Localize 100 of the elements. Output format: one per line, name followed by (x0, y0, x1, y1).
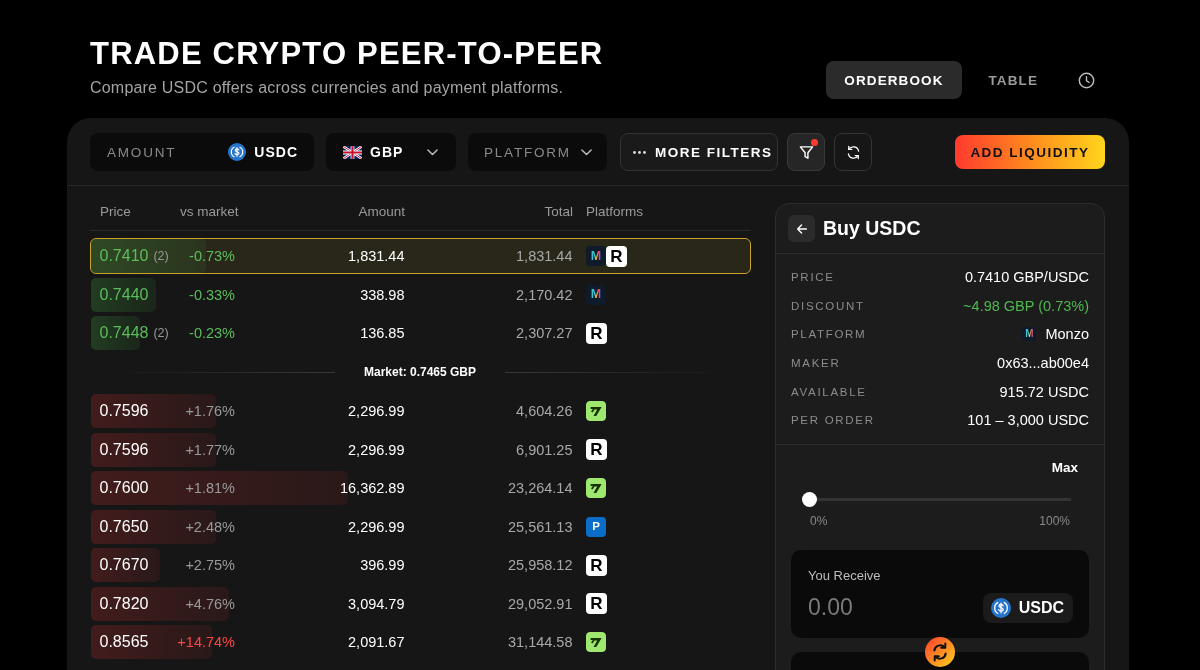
order-row[interactable]: 0.7670 +2.75% 396.99 25,958.12 R (90, 547, 751, 583)
total-value: 25,561.13 (508, 518, 573, 535)
platform-logo: M (586, 284, 606, 305)
vs-market-value: +2.48% (185, 518, 235, 535)
price-value: 0.7670 (99, 556, 149, 574)
total-value: 25,958.12 (508, 557, 573, 573)
currency-dropdown[interactable]: GBP (326, 133, 456, 171)
clock-icon (1077, 71, 1095, 89)
coin-icon (990, 597, 1011, 618)
detail-label: AVAILABLE (791, 385, 867, 398)
detail-label: PER ORDER (791, 414, 875, 427)
total-value: 2,307.27 (516, 325, 573, 341)
flag-icon (343, 145, 362, 159)
total-value: 31,144.58 (508, 634, 573, 650)
column-header: Platforms (585, 203, 644, 221)
order-row[interactable]: 0.7820 +4.76% 3,094.79 29,052.91 R (90, 585, 751, 622)
total-value: 29,052.91 (508, 595, 573, 612)
total-value: 1,831.44 (516, 248, 573, 264)
order-row[interactable]: 0.7440 -0.33% 338.98 2,170.42 M (90, 276, 751, 313)
order-row[interactable]: 0.7596 +1.77% 2,296.99 6,901.25 R (90, 431, 751, 468)
amount-value: 3,094.79 (348, 595, 405, 612)
order-row[interactable]: 0.7650 +2.48% 2,296.99 25,561.13 P (90, 508, 751, 545)
detail-label: PLATFORM (791, 328, 867, 341)
dots-icon (633, 150, 646, 154)
price-value: 0.7410 (99, 247, 149, 265)
detail-value: 915.72 USDC (999, 383, 1089, 400)
price-value: 0.7448 (99, 324, 149, 342)
coin-icon (228, 143, 247, 161)
order-row[interactable]: 0.8565 +14.74% 2,091.67 31,144.58 (90, 624, 751, 660)
price-value: 0.7596 (99, 440, 149, 459)
order-row[interactable]: 0.7600 +1.81% 16,362.89 23,264.14 (90, 470, 751, 506)
detail-value: ~4.98 GBP (0.73%) (963, 297, 1089, 314)
swap-icon[interactable] (925, 636, 955, 667)
receive-amount-input[interactable]: 0.00 (808, 594, 958, 622)
total-value: 2,170.42 (516, 286, 573, 303)
platform-dropdown[interactable]: PLATFORM (468, 133, 607, 171)
vs-market-value: +1.81% (185, 480, 235, 496)
vs-market-value: -0.73% (189, 248, 235, 264)
add-liquidity-button[interactable]: ADD LIQUIDITY (955, 135, 1105, 169)
detail-value: 0.7410 GBP/USDC (964, 269, 1089, 286)
platform-logo: R (586, 593, 607, 614)
slider-min-label: 0% (810, 512, 828, 529)
platform-placeholder: PLATFORM (484, 144, 571, 160)
more-filters-button[interactable]: MORE FILTERS (620, 133, 778, 171)
amount-value: 2,296.99 (348, 518, 405, 535)
price-value: 0.7600 (99, 479, 149, 497)
filter-icon (797, 143, 815, 161)
vs-market-value: +1.77% (185, 441, 235, 458)
vs-market-value: -0.33% (189, 286, 235, 303)
price-value: 0.7650 (99, 517, 149, 536)
page-subtitle: Compare USDC offers across currencies and payment platforms. (90, 78, 565, 98)
platform-logo: M (586, 246, 606, 266)
amount-value: 2,091.67 (348, 634, 405, 650)
platform-logo: M (1022, 327, 1037, 342)
price-value: 0.7596 (99, 402, 149, 420)
view-tab[interactable]: ORDERBOOK (826, 61, 962, 99)
total-value: 23,264.14 (508, 480, 573, 496)
total-value: 6,901.25 (516, 441, 573, 458)
platform-logo: R (586, 322, 607, 344)
detail-value: 101 – 3,000 USDC (967, 412, 1089, 429)
platform-logo: R (586, 554, 607, 576)
order-count: (2) (153, 249, 169, 263)
receive-label: You Receive (808, 566, 882, 585)
amount-value: 16,362.89 (340, 480, 405, 496)
refresh-button[interactable] (834, 133, 872, 171)
order-row[interactable]: 0.7596 +1.76% 2,296.99 4,604.26 (90, 393, 751, 429)
chevron-down-icon (427, 148, 438, 156)
back-button[interactable] (788, 215, 815, 242)
amount-field[interactable]: AMOUNT USDC (90, 133, 314, 171)
filter-button[interactable] (787, 133, 825, 171)
detail-label: MAKER (791, 357, 841, 370)
order-row[interactable]: 0.7448 (2) -0.23% 136.85 2,307.27 R (90, 315, 751, 351)
more-filters-label: MORE FILTERS (655, 144, 773, 160)
total-value: 4,604.26 (516, 403, 573, 419)
vs-market-value: +14.74% (177, 634, 235, 650)
order-count: (2) (153, 326, 169, 340)
platform-logo: R (586, 439, 607, 460)
amount-value: 396.99 (360, 557, 405, 573)
column-header: Amount (357, 203, 405, 221)
chevron-down-icon (580, 148, 592, 156)
amount-value: 338.98 (360, 286, 405, 303)
column-header: vs market (180, 203, 240, 221)
currency-label: GBP (370, 144, 404, 160)
max-button[interactable]: Max (1051, 457, 1078, 478)
view-tab[interactable]: TABLE (970, 61, 1056, 99)
price-value: 0.8565 (99, 633, 149, 651)
panel-title: Buy USDC (823, 217, 921, 240)
detail-label: DISCOUNT (791, 299, 865, 312)
vs-market-value: -0.23% (189, 325, 235, 341)
amount-value: 1,831.44 (348, 248, 405, 264)
platform-logo: P (586, 516, 606, 537)
order-row[interactable]: 0.7410 (2) -0.73% 1,831.44 1,831.44 M R (90, 238, 751, 274)
column-header: Price (99, 203, 132, 221)
token-selector[interactable]: USDC (982, 592, 1073, 623)
platform-logo-icon (586, 632, 606, 652)
slider-thumb[interactable] (801, 491, 817, 507)
price-value: 0.7440 (99, 285, 149, 304)
arrow-left-icon (794, 221, 809, 236)
amount-value: 2,296.99 (348, 403, 405, 419)
amount-input[interactable]: AMOUNT (107, 144, 221, 160)
